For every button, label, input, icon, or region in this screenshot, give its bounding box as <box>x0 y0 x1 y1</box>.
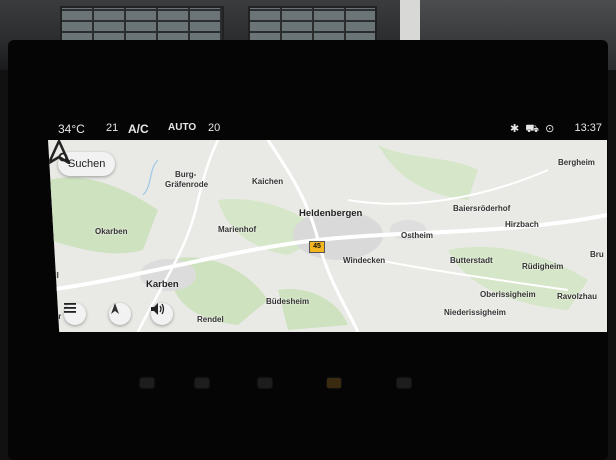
place-label: Heldenbergen <box>299 208 363 219</box>
bluetooth-icon: ✱ <box>510 123 526 135</box>
background-window <box>248 6 377 44</box>
navigation-map[interactable]: Suchen Bergheim Burg- Gräfenrode Kaichen… <box>48 140 607 332</box>
dash-physical-button[interactable] <box>195 378 209 388</box>
dash-physical-button[interactable] <box>397 378 411 388</box>
compass-icon <box>111 303 119 314</box>
place-label: Kaichen <box>252 177 284 186</box>
ac-button[interactable]: A/C <box>128 122 149 136</box>
fan-level[interactable]: 21 <box>106 122 118 134</box>
place-label: Ostheim <box>401 231 434 240</box>
background-window <box>60 6 224 44</box>
place-label: Rendel <box>197 315 224 324</box>
outside-temperature: 34°C <box>58 122 85 136</box>
place-label: Bru <box>590 250 604 259</box>
dash-physical-button[interactable] <box>258 378 272 388</box>
map-canvas <box>48 140 607 332</box>
place-label: Bergheim <box>558 158 595 167</box>
clock: 13:37 <box>574 122 602 134</box>
place-label: Burg- <box>175 170 197 179</box>
menu-button[interactable] <box>64 303 86 325</box>
forest-area <box>48 177 158 254</box>
volume-button[interactable] <box>151 303 173 325</box>
status-icons: ✱⛟⊙ <box>510 122 560 137</box>
place-label: Büdesheim <box>266 297 310 306</box>
dash-physical-button[interactable] <box>140 378 154 388</box>
menu-icon <box>64 303 76 313</box>
forest-area <box>378 145 478 200</box>
place-label: Butterstadt <box>450 256 493 265</box>
place-label: Niederissigheim <box>444 308 506 317</box>
place-label: Oberissigheim <box>480 290 536 299</box>
dash-physical-button[interactable] <box>327 378 341 388</box>
place-label: Ravolzhau <box>557 292 598 301</box>
place-label: Windecken <box>343 256 386 265</box>
forest-area <box>278 289 348 330</box>
current-position-arrow-icon <box>48 140 70 164</box>
road-number-badge: 45 <box>309 241 325 253</box>
place-label: Hirzbach <box>505 220 539 229</box>
volume-icon <box>151 303 165 315</box>
place-label: Rüdigheim <box>522 262 564 271</box>
car-icon: ⛟ <box>525 123 546 135</box>
place-label: Marienhof <box>218 225 257 234</box>
place-label: Karben <box>146 279 179 290</box>
place-label: Okarben <box>95 227 128 236</box>
stream <box>142 159 159 196</box>
location-sound-icon: ⊙ <box>545 123 561 135</box>
set-temperature[interactable]: 20 <box>208 122 220 134</box>
place-label: Baiersröderhof <box>453 204 511 213</box>
compass-button[interactable] <box>109 303 131 325</box>
search-label: Suchen <box>68 158 106 170</box>
auto-climate-button[interactable]: AUTO <box>168 122 196 133</box>
place-label: Gräfenrode <box>165 180 209 189</box>
